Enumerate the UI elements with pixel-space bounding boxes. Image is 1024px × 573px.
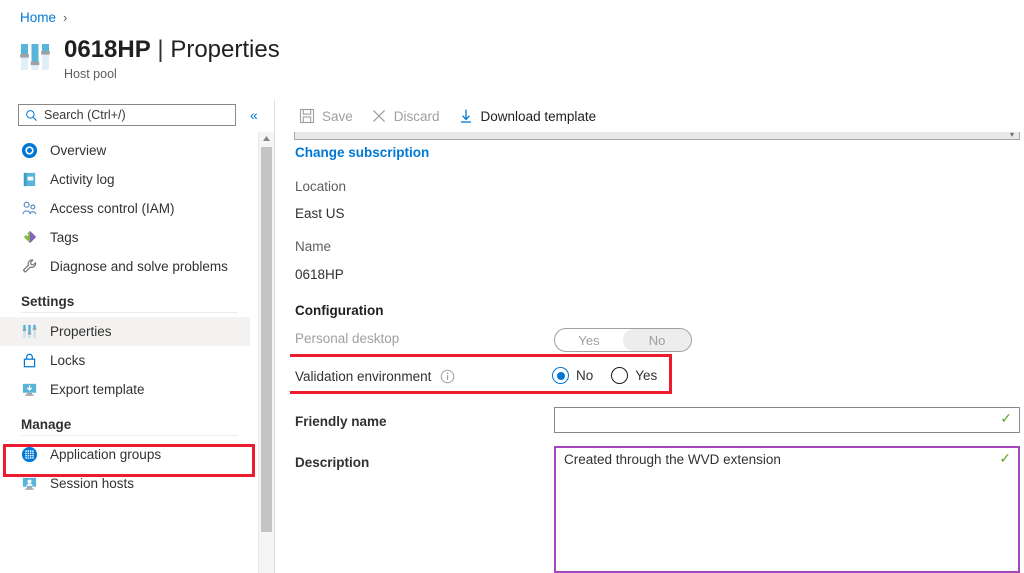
validation-environment-radio-yes[interactable]: Yes [611,367,657,384]
search-placeholder: Search (Ctrl+/) [44,108,126,122]
properties-form: ▾ Change subscription Location East US N… [290,132,1024,573]
sidebar-item-label: Tags [50,230,79,245]
personal-desktop-option-no: No [623,329,691,351]
download-template-button[interactable]: Download template [449,104,606,128]
sidebar: Search (Ctrl+/) « Overview Activity [0,100,258,573]
azure-portal-page: Home › 0618HP | Properties Host pool [0,0,1024,573]
save-button[interactable]: Save [290,104,362,128]
page-subtitle: Host pool [64,67,280,81]
sidebar-item-properties[interactable]: Properties [0,317,250,346]
discard-button[interactable]: Discard [362,104,449,128]
personal-desktop-label: Personal desktop [295,331,399,346]
sidebar-item-export-template[interactable]: Export template [0,375,250,404]
save-label: Save [322,109,353,124]
change-subscription-link[interactable]: Change subscription [295,145,429,160]
app-groups-icon [21,446,38,463]
name-label: Name [295,239,331,254]
info-circle-icon[interactable] [440,369,455,384]
resource-name: 0618HP [64,36,151,63]
radio-dot-selected-icon [552,367,569,384]
sidebar-item-label: Application groups [50,447,161,462]
sidebar-item-label: Export template [50,382,145,397]
sidebar-item-session-hosts[interactable]: Session hosts [0,469,250,498]
host-pool-icon [18,40,52,74]
validation-environment-radio-group: No Yes [552,367,657,384]
validation-environment-label-text: Validation environment [295,369,431,384]
sidebar-item-label: Diagnose and solve problems [50,259,228,274]
sidebar-item-label: Locks [50,353,85,368]
radio-label: No [576,368,593,383]
sidebar-item-label: Access control (IAM) [50,201,175,216]
checkmark-icon: ✓ [1000,411,1012,425]
subscription-field-clipped[interactable]: ▾ [294,132,1020,140]
sidebar-scrollbar[interactable] [258,132,274,573]
location-value: East US [295,206,345,221]
description-label: Description [295,455,369,470]
discard-label: Discard [394,109,440,124]
search-input[interactable]: Search (Ctrl+/) [18,104,236,126]
sidebar-group-settings: Settings [0,294,250,309]
overview-globe-icon [21,142,38,159]
friendly-name-input[interactable]: ✓ [554,407,1020,433]
configuration-heading: Configuration [295,303,383,318]
sidebar-item-diagnose[interactable]: Diagnose and solve problems [0,252,250,281]
scroll-up-arrow-icon[interactable] [259,132,274,145]
title-pipe: | [157,36,163,63]
description-value: Created through the WVD extension [564,452,781,467]
personal-desktop-option-yes: Yes [555,329,623,351]
sidebar-scrollbar-thumb[interactable] [261,147,272,532]
description-textarea[interactable]: Created through the WVD extension ✓ [554,446,1020,573]
page-name: Properties [170,36,279,63]
sidebar-item-application-groups[interactable]: Application groups [0,440,250,469]
radio-label: Yes [635,368,657,383]
sidebar-item-overview[interactable]: Overview [0,136,250,165]
validation-environment-radio-no[interactable]: No [552,367,593,384]
download-template-label: Download template [481,109,597,124]
access-control-icon [21,200,38,217]
sidebar-search-row: Search (Ctrl+/) « [18,104,258,126]
validation-environment-label: Validation environment [295,369,455,384]
search-icon [25,109,38,122]
page-title: 0618HP | Properties [64,36,280,64]
sidebar-item-label: Properties [50,324,112,339]
export-template-icon [21,381,38,398]
command-bar: Save Discard Download template [290,100,1024,132]
breadcrumb-home[interactable]: Home [20,10,56,25]
personal-desktop-toggle: Yes No [554,328,692,352]
session-hosts-icon [21,475,38,492]
radio-dot-icon [611,367,628,384]
sidebar-item-activity-log[interactable]: Activity log [0,165,250,194]
name-value: 0618HP [295,267,344,282]
sidebar-item-label: Session hosts [50,476,134,491]
pane-divider [274,100,275,573]
location-label: Location [295,179,346,194]
breadcrumb-separator-icon: › [63,10,67,25]
sliders-icon [21,323,38,340]
checkmark-icon: ✓ [999,451,1011,465]
sidebar-divider [21,435,238,436]
lock-icon [21,352,38,369]
sidebar-item-access-control[interactable]: Access control (IAM) [0,194,250,223]
download-icon [458,108,474,124]
chevron-down-icon: ▾ [1010,132,1014,139]
sidebar-item-label: Overview [50,143,106,158]
sidebar-item-locks[interactable]: Locks [0,346,250,375]
sidebar-item-tags[interactable]: Tags [0,223,250,252]
page-title-block: 0618HP | Properties Host pool [18,36,280,81]
discard-x-icon [371,108,387,124]
activity-log-icon [21,171,38,188]
sidebar-nav-list: Overview Activity log Access control (IA… [0,136,250,498]
tags-icon [21,229,38,246]
breadcrumb: Home › [20,10,67,25]
collapse-sidebar-button[interactable]: « [250,107,258,123]
sidebar-divider [21,312,238,313]
wrench-icon [21,258,38,275]
friendly-name-label: Friendly name [295,414,387,429]
save-icon [299,108,315,124]
sidebar-item-label: Activity log [50,172,115,187]
sidebar-group-manage: Manage [0,417,250,432]
